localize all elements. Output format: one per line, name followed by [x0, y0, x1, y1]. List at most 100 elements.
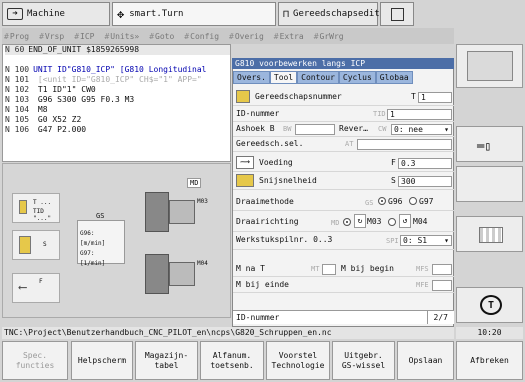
mfe-field[interactable]: [432, 280, 452, 291]
menu-item-6[interactable]: #Overig: [229, 32, 269, 41]
code-line[interactable]: N 105 G0 X52 Z2: [5, 115, 230, 125]
nc-program-editor[interactable]: N 60 END_OF_UNIT $1859265998 N 100 UNIT ID"…: [2, 44, 231, 162]
g97-radio[interactable]: [409, 197, 417, 205]
f-field[interactable]: 0.3: [398, 158, 452, 169]
transfer-softkey[interactable]: T: [456, 287, 523, 323]
speed-label: Snijsnelheid: [259, 176, 317, 185]
code-line[interactable]: N 106 G47 P2.000: [5, 125, 230, 135]
line-text: UNIT ID"G810_ICP" [G810 Longitudinal: [33, 65, 207, 74]
mt-field[interactable]: [322, 264, 336, 275]
clock: 10:20: [456, 327, 523, 339]
menu-item-label: Units»: [110, 31, 140, 41]
dialog-tab-3[interactable]: Cyclus: [338, 71, 376, 84]
code-line[interactable]: [5, 55, 230, 65]
softkey-3[interactable]: Alfanum. toetsenb.: [200, 341, 264, 380]
code-line[interactable]: N 102 T1 ID"1" CW0: [5, 85, 230, 95]
spindle-label: Werkstukspilnr. 0..3: [236, 235, 333, 244]
g97-label: G97: [419, 197, 434, 206]
tool-number-button[interactable]: [236, 90, 250, 103]
line-text: G47 P2.000: [33, 125, 87, 134]
mnat-label: M na T: [236, 264, 265, 273]
tab-tool-editor[interactable]: ⊓ Gereedschapseditor: [278, 2, 391, 26]
tab-smart-turn[interactable]: ✥ smart.Turn: [112, 2, 276, 26]
menu-item-3[interactable]: #Units»: [104, 32, 144, 41]
dialog-tab-0[interactable]: Overs.: [233, 71, 270, 84]
gs-selector-box: GS G96: [m/min] G97: [1/min]: [77, 212, 125, 267]
g96-label: G96: [388, 197, 403, 206]
cw-select[interactable]: 0: nee ▾: [391, 124, 452, 135]
spi-select[interactable]: 0: S1 ▾: [400, 235, 452, 246]
at-field[interactable]: [357, 139, 452, 150]
m03-radio[interactable]: [343, 218, 351, 226]
dialog-tab-2[interactable]: Contour: [297, 71, 339, 84]
bw-field[interactable]: [295, 124, 335, 135]
dialog-tab-4[interactable]: Globaa: [375, 71, 413, 84]
view-toggle-button[interactable]: [456, 44, 523, 88]
g96-radio[interactable]: [378, 197, 386, 205]
code-line[interactable]: N 100 UNIT ID"G810_ICP" [G810 Longitudina…: [5, 65, 230, 75]
g96-caption: G96: [m/min]: [80, 230, 106, 247]
line-number: N 105: [5, 115, 30, 124]
row-spindle: Werkstukspilnr. 0..3 SPI 0: S1 ▾: [233, 233, 454, 250]
softkey-label: Uitgebr. GS-wissel: [341, 350, 386, 370]
dropdown-arrow-icon: ▾: [444, 125, 449, 134]
softkey-label: Spec. functies: [15, 350, 55, 370]
s-field[interactable]: 300: [398, 176, 452, 187]
code-line[interactable]: N 101 [<unit ID="G810_ICP" CH$="1" APP=": [5, 75, 230, 85]
menu-item-1[interactable]: #Vrsp: [39, 32, 69, 41]
m04-radio[interactable]: [388, 218, 396, 226]
tid-field[interactable]: 1: [387, 109, 452, 120]
code-line[interactable]: N 104 M8: [5, 105, 230, 115]
chuck-bottom-icon: [145, 254, 169, 294]
menu-item-8[interactable]: #GrWrg: [314, 32, 349, 41]
side-softkey-empty-1[interactable]: [456, 166, 523, 202]
spi-value: 0: S1: [403, 236, 428, 245]
m04-caption: M04: [197, 260, 208, 267]
dialog-tab-1[interactable]: Tool: [269, 71, 298, 84]
md-label-dialog: MD: [331, 219, 340, 227]
line-number: N 104: [5, 105, 30, 114]
softkey-4[interactable]: Voorstel Technologie: [266, 341, 330, 380]
softkey-5[interactable]: Uitgebr. GS-wissel: [332, 341, 395, 380]
softkey-0[interactable]: Spec. functies: [2, 341, 68, 380]
code-line[interactable]: N 103 G96 S300 G95 F0.3 M3: [5, 95, 230, 105]
tool-softkey[interactable]: ═▯: [456, 126, 523, 162]
chuck-top-icon: [145, 192, 169, 232]
tab-machine[interactable]: ➜ Machine: [2, 2, 110, 26]
menu-item-0[interactable]: #Prog: [4, 32, 34, 41]
feed-button[interactable]: ⟵ F: [12, 273, 60, 303]
footer-label: ID-nummer: [236, 313, 280, 322]
speed-icon-button[interactable]: [236, 174, 254, 187]
menu-item-7[interactable]: #Extra: [274, 32, 309, 41]
t-field[interactable]: 1: [418, 92, 452, 103]
feed-icon-button[interactable]: ⟿: [236, 156, 254, 169]
table-softkey[interactable]: [456, 216, 523, 252]
tool-button-sublabel: TID "...": [33, 208, 52, 222]
feed-label: Voeding: [259, 158, 293, 167]
line-text: G0 X52 Z2: [33, 115, 82, 124]
softkey-7[interactable]: Afbreken: [456, 341, 523, 380]
footer-page: 2/7: [426, 311, 448, 324]
help-graphic: T ... TID "..." S ⟵ F GS G96: [m/min] G9…: [2, 163, 231, 318]
menu-item-4[interactable]: #Goto: [149, 32, 179, 41]
mfs-field[interactable]: [432, 264, 452, 275]
tool-select-button[interactable]: T ... TID "...": [12, 193, 60, 223]
tab-save-disk[interactable]: [380, 2, 414, 26]
tab-machine-label: Machine: [27, 9, 65, 19]
menu-item-5[interactable]: #Config: [184, 32, 224, 41]
speed-button[interactable]: S: [12, 230, 60, 260]
softkey-6[interactable]: Opslaan: [397, 341, 454, 380]
tid-label: TID: [373, 110, 386, 118]
tool-holder-icon: ═▯: [477, 139, 492, 153]
angle-label: Ashoek B: [236, 124, 275, 133]
s-label: S: [391, 176, 396, 185]
code-line[interactable]: N 60 END_OF_UNIT $1859265998: [5, 45, 230, 55]
line-text: T1 ID"1" CW0: [33, 85, 96, 94]
spindle-icon: [19, 236, 31, 254]
dialog-title: G810 voorbewerken langs ICP: [232, 58, 454, 69]
tool-button-label: T ...: [33, 199, 52, 206]
softkey-2[interactable]: Magazijn- tabel: [135, 341, 198, 380]
menu-item-2[interactable]: #ICP: [74, 32, 99, 41]
grid-icon: #: [184, 31, 190, 41]
softkey-1[interactable]: Helpscherm: [71, 341, 133, 380]
